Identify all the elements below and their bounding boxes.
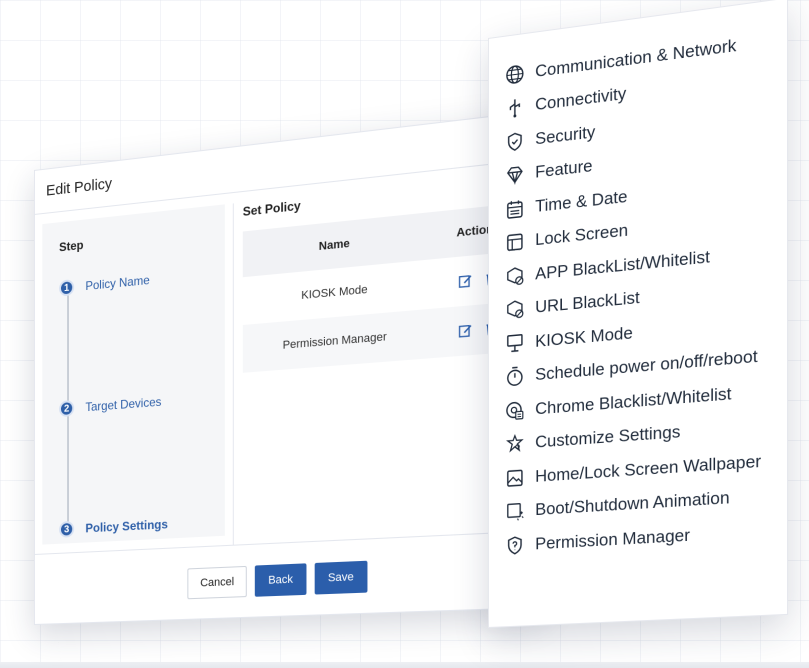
customize-icon	[504, 432, 525, 456]
menu-item-label: Boot/Shutdown Animation	[535, 488, 730, 520]
menu-wrapper: Communication & Network Connectivity Sec…	[470, 0, 809, 640]
save-button[interactable]: Save	[314, 560, 368, 595]
menu-item-label: Connectivity	[535, 83, 627, 115]
kiosk-icon	[504, 331, 525, 355]
row-name: Permission Manager	[282, 330, 387, 352]
shield-check-icon	[504, 129, 525, 154]
step-policy-settings[interactable]: 3 Policy Settings	[59, 516, 168, 538]
boot-animation-icon	[504, 500, 525, 523]
usb-icon	[504, 96, 525, 121]
globe-icon	[504, 62, 525, 87]
panel-divider	[232, 203, 234, 546]
steps-panel: Step 1 Policy Name 2 Target Devices 3 Po…	[42, 204, 225, 545]
menu-item-label: Feature	[535, 156, 593, 182]
step-number-badge: 2	[59, 399, 75, 418]
menu-item-label: Time & Date	[535, 186, 628, 216]
menu-item-label: KIOSK Mode	[535, 322, 633, 351]
dialog-body: Step 1 Policy Name 2 Target Devices 3 Po…	[35, 159, 540, 554]
step-target-devices[interactable]: 2 Target Devices	[59, 393, 162, 418]
column-header-name: Name	[318, 237, 350, 254]
edit-policy-dialog: Edit Policy Step 1 Policy Name 2 Target …	[34, 109, 541, 626]
back-button[interactable]: Back	[255, 562, 307, 597]
step-policy-name[interactable]: 1 Policy Name	[59, 272, 150, 297]
lock-screen-layout-icon	[504, 230, 525, 254]
step-number-badge: 3	[59, 520, 75, 538]
app-block-icon	[504, 264, 525, 288]
url-block-icon	[504, 298, 525, 322]
wallpaper-icon	[504, 466, 525, 490]
floor-shadow	[0, 662, 809, 668]
menu-item-label: Customize Settings	[535, 422, 681, 452]
diamond-icon	[504, 163, 525, 187]
permission-shield-icon	[504, 534, 525, 557]
policy-category-menu: Communication & Network Connectivity Sec…	[488, 0, 789, 628]
menu-item-label: URL BlackList	[535, 287, 640, 317]
step-label: Policy Settings	[85, 516, 168, 536]
menu-item-label: Permission Manager	[535, 525, 690, 554]
steps-title: Step	[59, 237, 84, 255]
calendar-icon	[504, 197, 525, 221]
timer-icon	[504, 365, 525, 389]
menu-item-label: Lock Screen	[535, 220, 629, 250]
step-number-badge: 1	[59, 279, 75, 297]
step-label: Target Devices	[85, 394, 162, 415]
row-name: KIOSK Mode	[301, 283, 368, 303]
menu-item-label: Security	[535, 121, 596, 149]
cancel-button[interactable]: Cancel	[187, 565, 248, 599]
chrome-list-icon	[504, 399, 525, 423]
step-label: Policy Name	[85, 272, 150, 294]
